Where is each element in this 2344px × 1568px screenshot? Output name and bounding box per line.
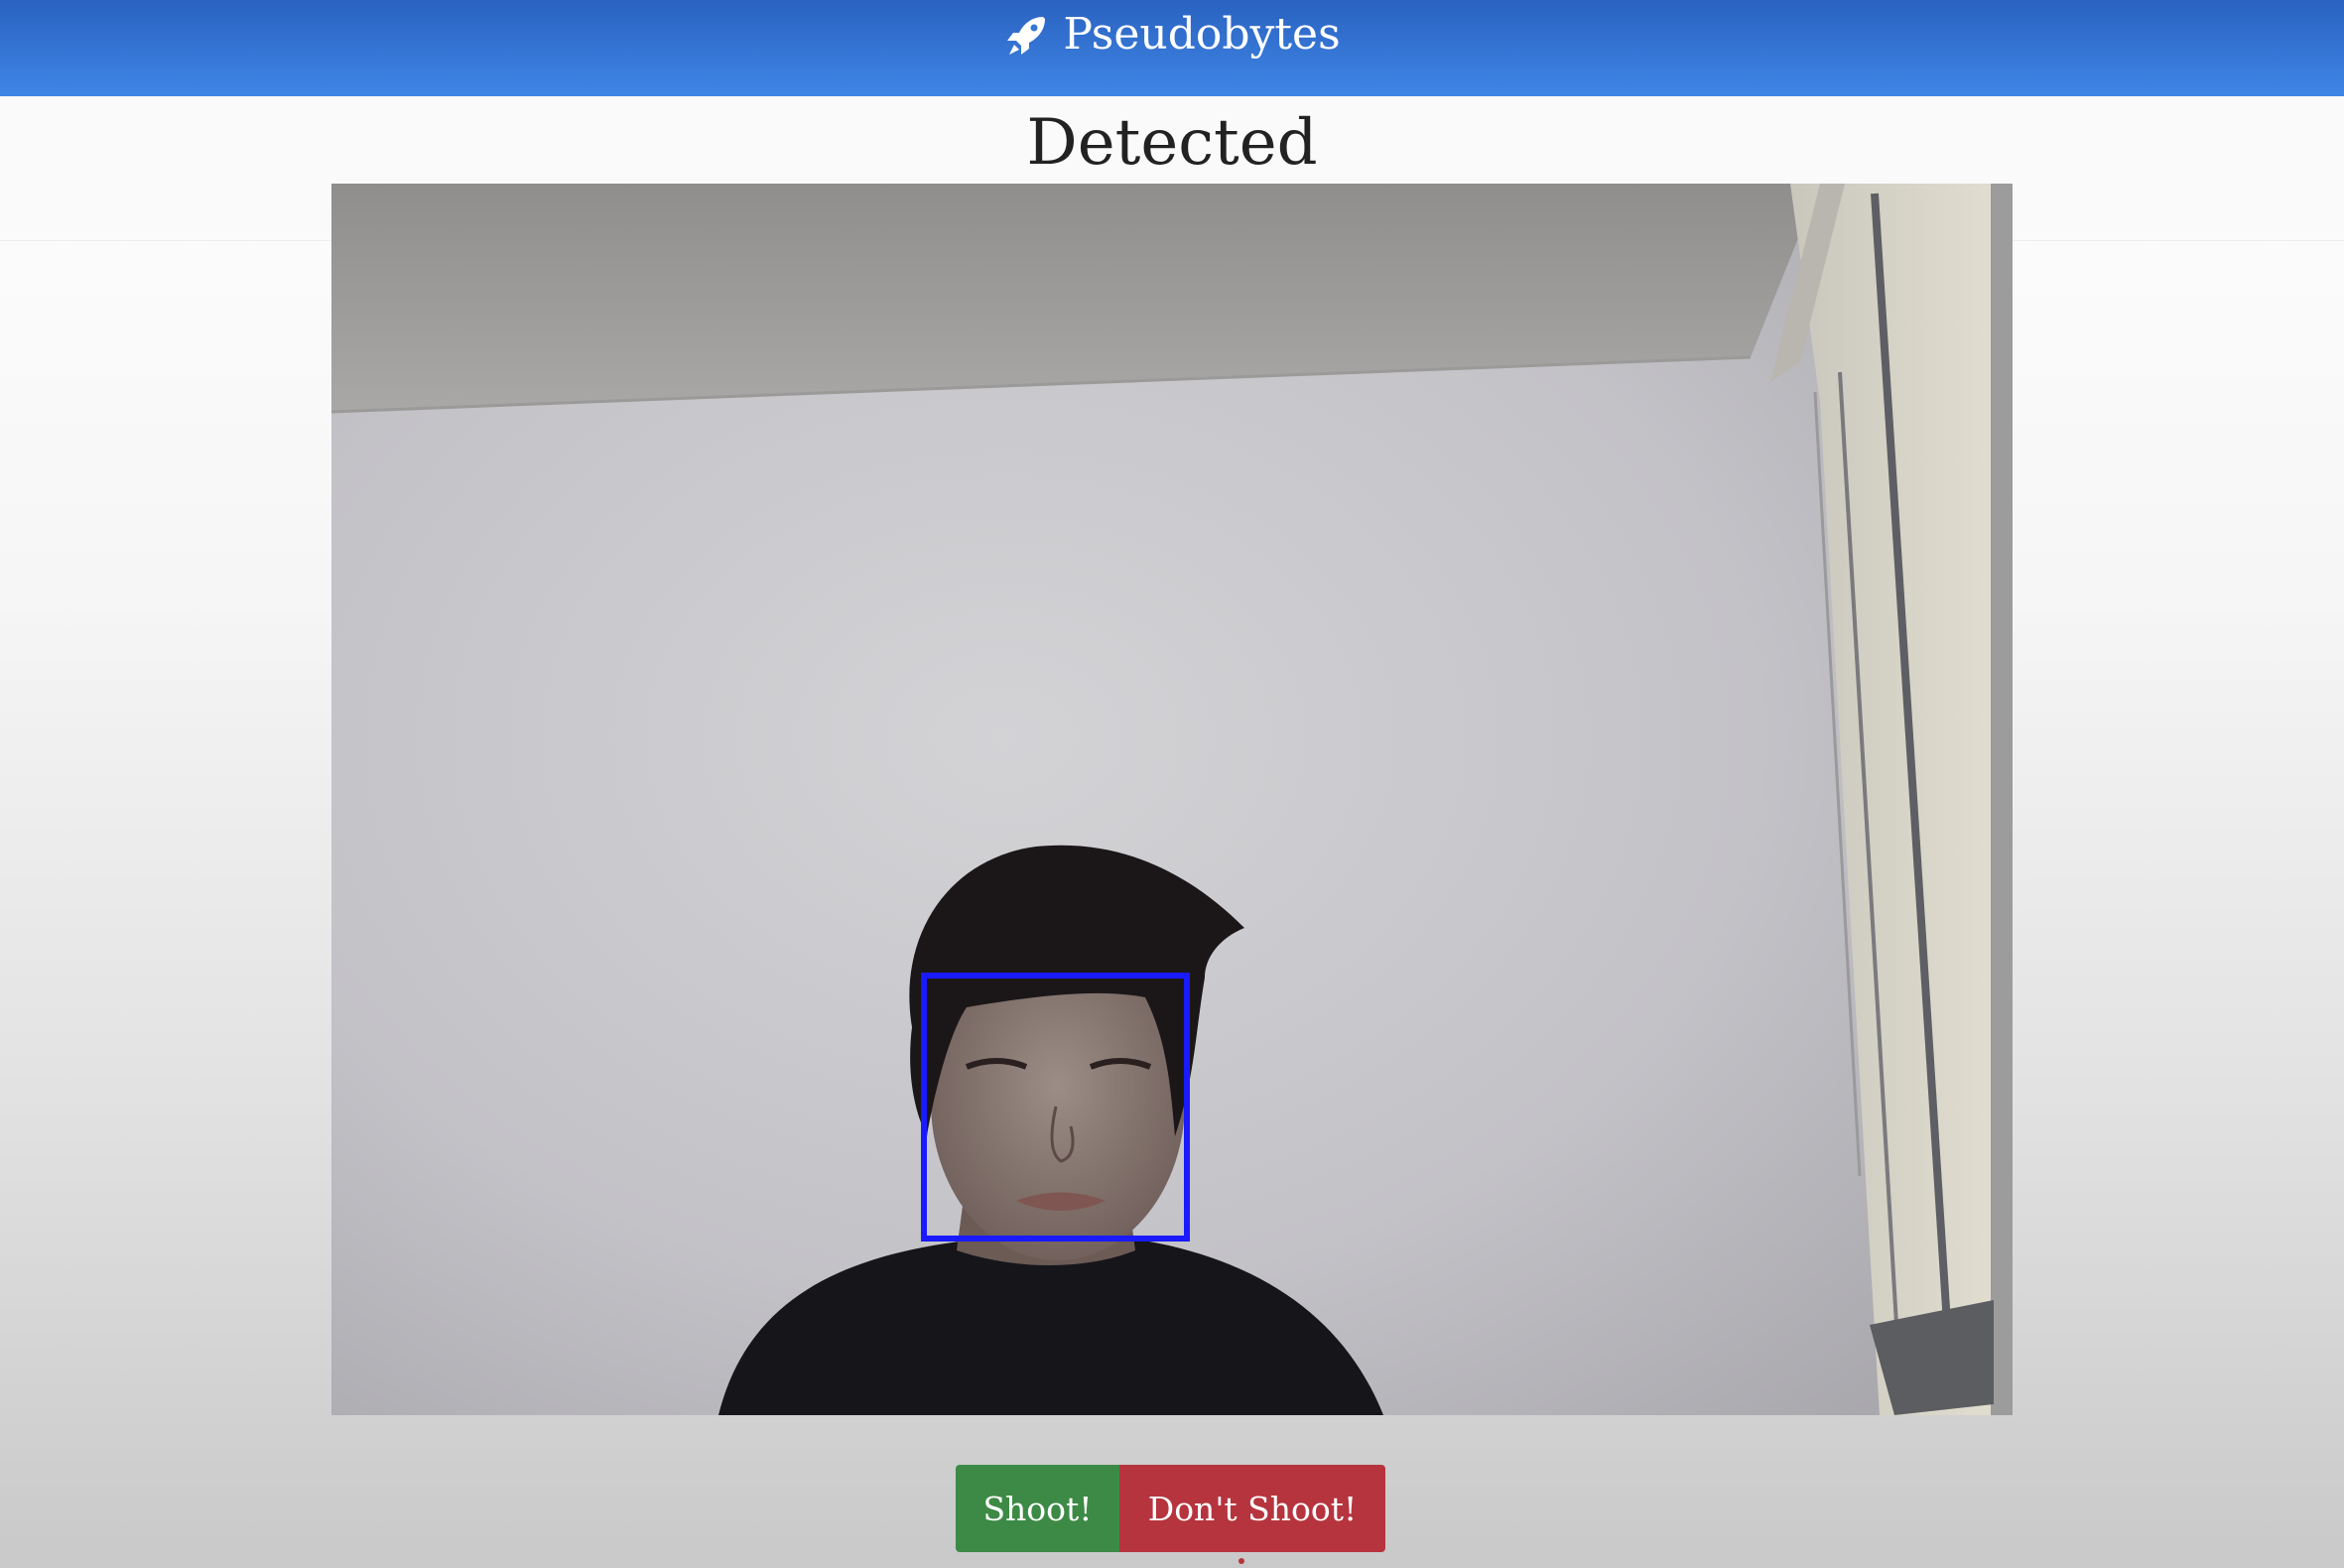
cursor-dot xyxy=(1238,1558,1244,1564)
shoot-button[interactable]: Shoot! xyxy=(956,1465,1119,1552)
navbar: Pseudobytes xyxy=(0,0,2344,96)
rocket-icon xyxy=(1003,11,1051,59)
dont-shoot-button[interactable]: Don't Shoot! xyxy=(1119,1465,1385,1552)
camera-frame xyxy=(331,184,2013,1415)
brand-name: Pseudobytes xyxy=(1063,8,1341,60)
brand-link[interactable]: Pseudobytes xyxy=(1003,8,1341,60)
page-title: Detected xyxy=(1026,106,1318,180)
decision-button-group: Shoot! Don't Shoot! xyxy=(956,1465,1385,1552)
webcam-image xyxy=(331,184,2013,1415)
